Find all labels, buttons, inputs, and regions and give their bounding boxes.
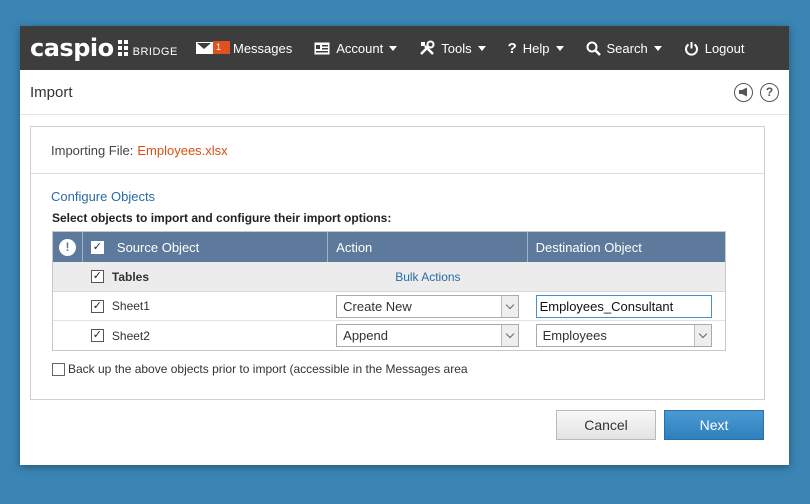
table-row: ✓ Sheet2 Append Employees [53, 321, 725, 350]
source-object-name: Sheet1 [111, 299, 150, 313]
tables-group-cell: ✓ Tables [83, 270, 328, 284]
import-panel: Importing File: Employees.xlsx Configure… [30, 126, 765, 400]
tables-group-checkbox[interactable]: ✓ [90, 270, 104, 283]
importing-file-row: Importing File: Employees.xlsx [31, 127, 764, 174]
chevron-down-icon [477, 45, 486, 51]
messages-count-badge: 1 [213, 41, 230, 54]
account-card-icon [314, 42, 330, 55]
nav-search-label: Search [606, 40, 648, 56]
backup-option[interactable]: Back up the above objects prior to impor… [52, 362, 469, 376]
chevron-down-icon [693, 325, 711, 346]
logo-word: caspio [30, 34, 114, 62]
importing-file-label: Importing File: [51, 142, 134, 158]
cancel-button[interactable]: Cancel [556, 410, 656, 440]
top-navigation: caspio BRIDGE 1 Messages Account Tools ?… [20, 26, 789, 70]
next-button[interactable]: Next [664, 410, 764, 440]
chevron-down-icon [501, 325, 519, 346]
destination-select-value: Employees [542, 328, 607, 343]
action-select-value: Create New [343, 298, 412, 314]
power-icon [684, 41, 699, 56]
source-column-label: Source Object [116, 239, 200, 255]
logo-sub: BRIDGE [132, 46, 178, 58]
action-column-header: Action [328, 232, 528, 262]
caspio-logo[interactable]: caspio BRIDGE [20, 26, 185, 70]
help-circle-icon[interactable]: ? [760, 82, 779, 102]
nav-search[interactable]: Search [575, 26, 673, 70]
nav-messages[interactable]: 1 Messages [185, 26, 303, 70]
source-object-name: Sheet2 [111, 328, 150, 343]
destination-select[interactable]: Employees [535, 324, 712, 347]
backup-checkbox[interactable] [52, 362, 65, 376]
action-cell: Create New [328, 294, 527, 318]
nav-logout-label: Logout [704, 40, 745, 56]
action-select[interactable]: Append [336, 324, 520, 347]
backup-label: Back up the above objects prior to impor… [68, 362, 468, 376]
objects-grid: ! ✓ Source Object Action Destination Obj… [52, 231, 726, 351]
tables-group-label: Tables [111, 269, 150, 284]
destination-column-header: Destination Object [528, 232, 725, 262]
destination-cell: Employees [528, 324, 725, 347]
question-icon: ? [507, 39, 517, 57]
nav-account[interactable]: Account [303, 26, 408, 70]
destination-column-label: Destination Object [535, 239, 642, 255]
page-title: Import [30, 83, 73, 101]
action-column-label: Action [336, 239, 373, 255]
source-cell: ✓ Sheet1 [83, 299, 328, 313]
logo-dots-icon [117, 40, 128, 56]
configure-objects-link[interactable]: Configure Objects [51, 189, 155, 204]
bulk-actions-link[interactable]: Bulk Actions [328, 270, 527, 284]
row-checkbox[interactable]: ✓ [90, 329, 104, 342]
warning-icon: ! [58, 238, 76, 256]
select-all-checkbox[interactable]: ✓ [90, 240, 104, 254]
page-header: Import ? [20, 70, 789, 115]
warning-column-header: ! [53, 232, 83, 262]
nav-tools[interactable]: Tools [408, 26, 496, 70]
nav-help[interactable]: ? Help [497, 26, 575, 70]
destination-cell: Employees_Consultant [528, 294, 725, 318]
header-icons: ? [734, 82, 779, 102]
source-column-header: ✓ Source Object [83, 232, 329, 262]
search-icon [586, 41, 601, 56]
instructions-text: Select objects to import and configure t… [52, 211, 392, 225]
tools-icon [419, 40, 435, 56]
app-window: caspio BRIDGE 1 Messages Account Tools ?… [20, 26, 789, 465]
nav-tools-label: Tools [441, 40, 472, 56]
destination-name-input[interactable]: Employees_Consultant [535, 294, 712, 318]
action-cell: Append [328, 324, 527, 347]
nav-logout[interactable]: Logout [673, 26, 756, 70]
importing-file-name: Employees.xlsx [137, 142, 228, 158]
nav-messages-label: Messages [233, 40, 293, 56]
envelope-icon: 1 [196, 41, 230, 55]
chevron-down-icon [389, 45, 398, 51]
chevron-down-icon [501, 295, 519, 317]
tables-group-row: ✓ Tables Bulk Actions [53, 262, 725, 292]
nav-account-label: Account [336, 40, 384, 56]
grid-header: ! ✓ Source Object Action Destination Obj… [53, 232, 725, 262]
source-cell: ✓ Sheet2 [83, 329, 328, 343]
action-select[interactable]: Create New [336, 294, 520, 318]
nav-help-label: Help [522, 40, 550, 56]
table-row: ✓ Sheet1 Create New Employees_Consultant [53, 292, 725, 321]
announcement-icon[interactable] [734, 82, 753, 102]
row-checkbox[interactable]: ✓ [90, 299, 104, 313]
action-select-value: Append [343, 328, 388, 343]
chevron-down-icon [555, 45, 564, 51]
chevron-down-icon [653, 45, 662, 51]
